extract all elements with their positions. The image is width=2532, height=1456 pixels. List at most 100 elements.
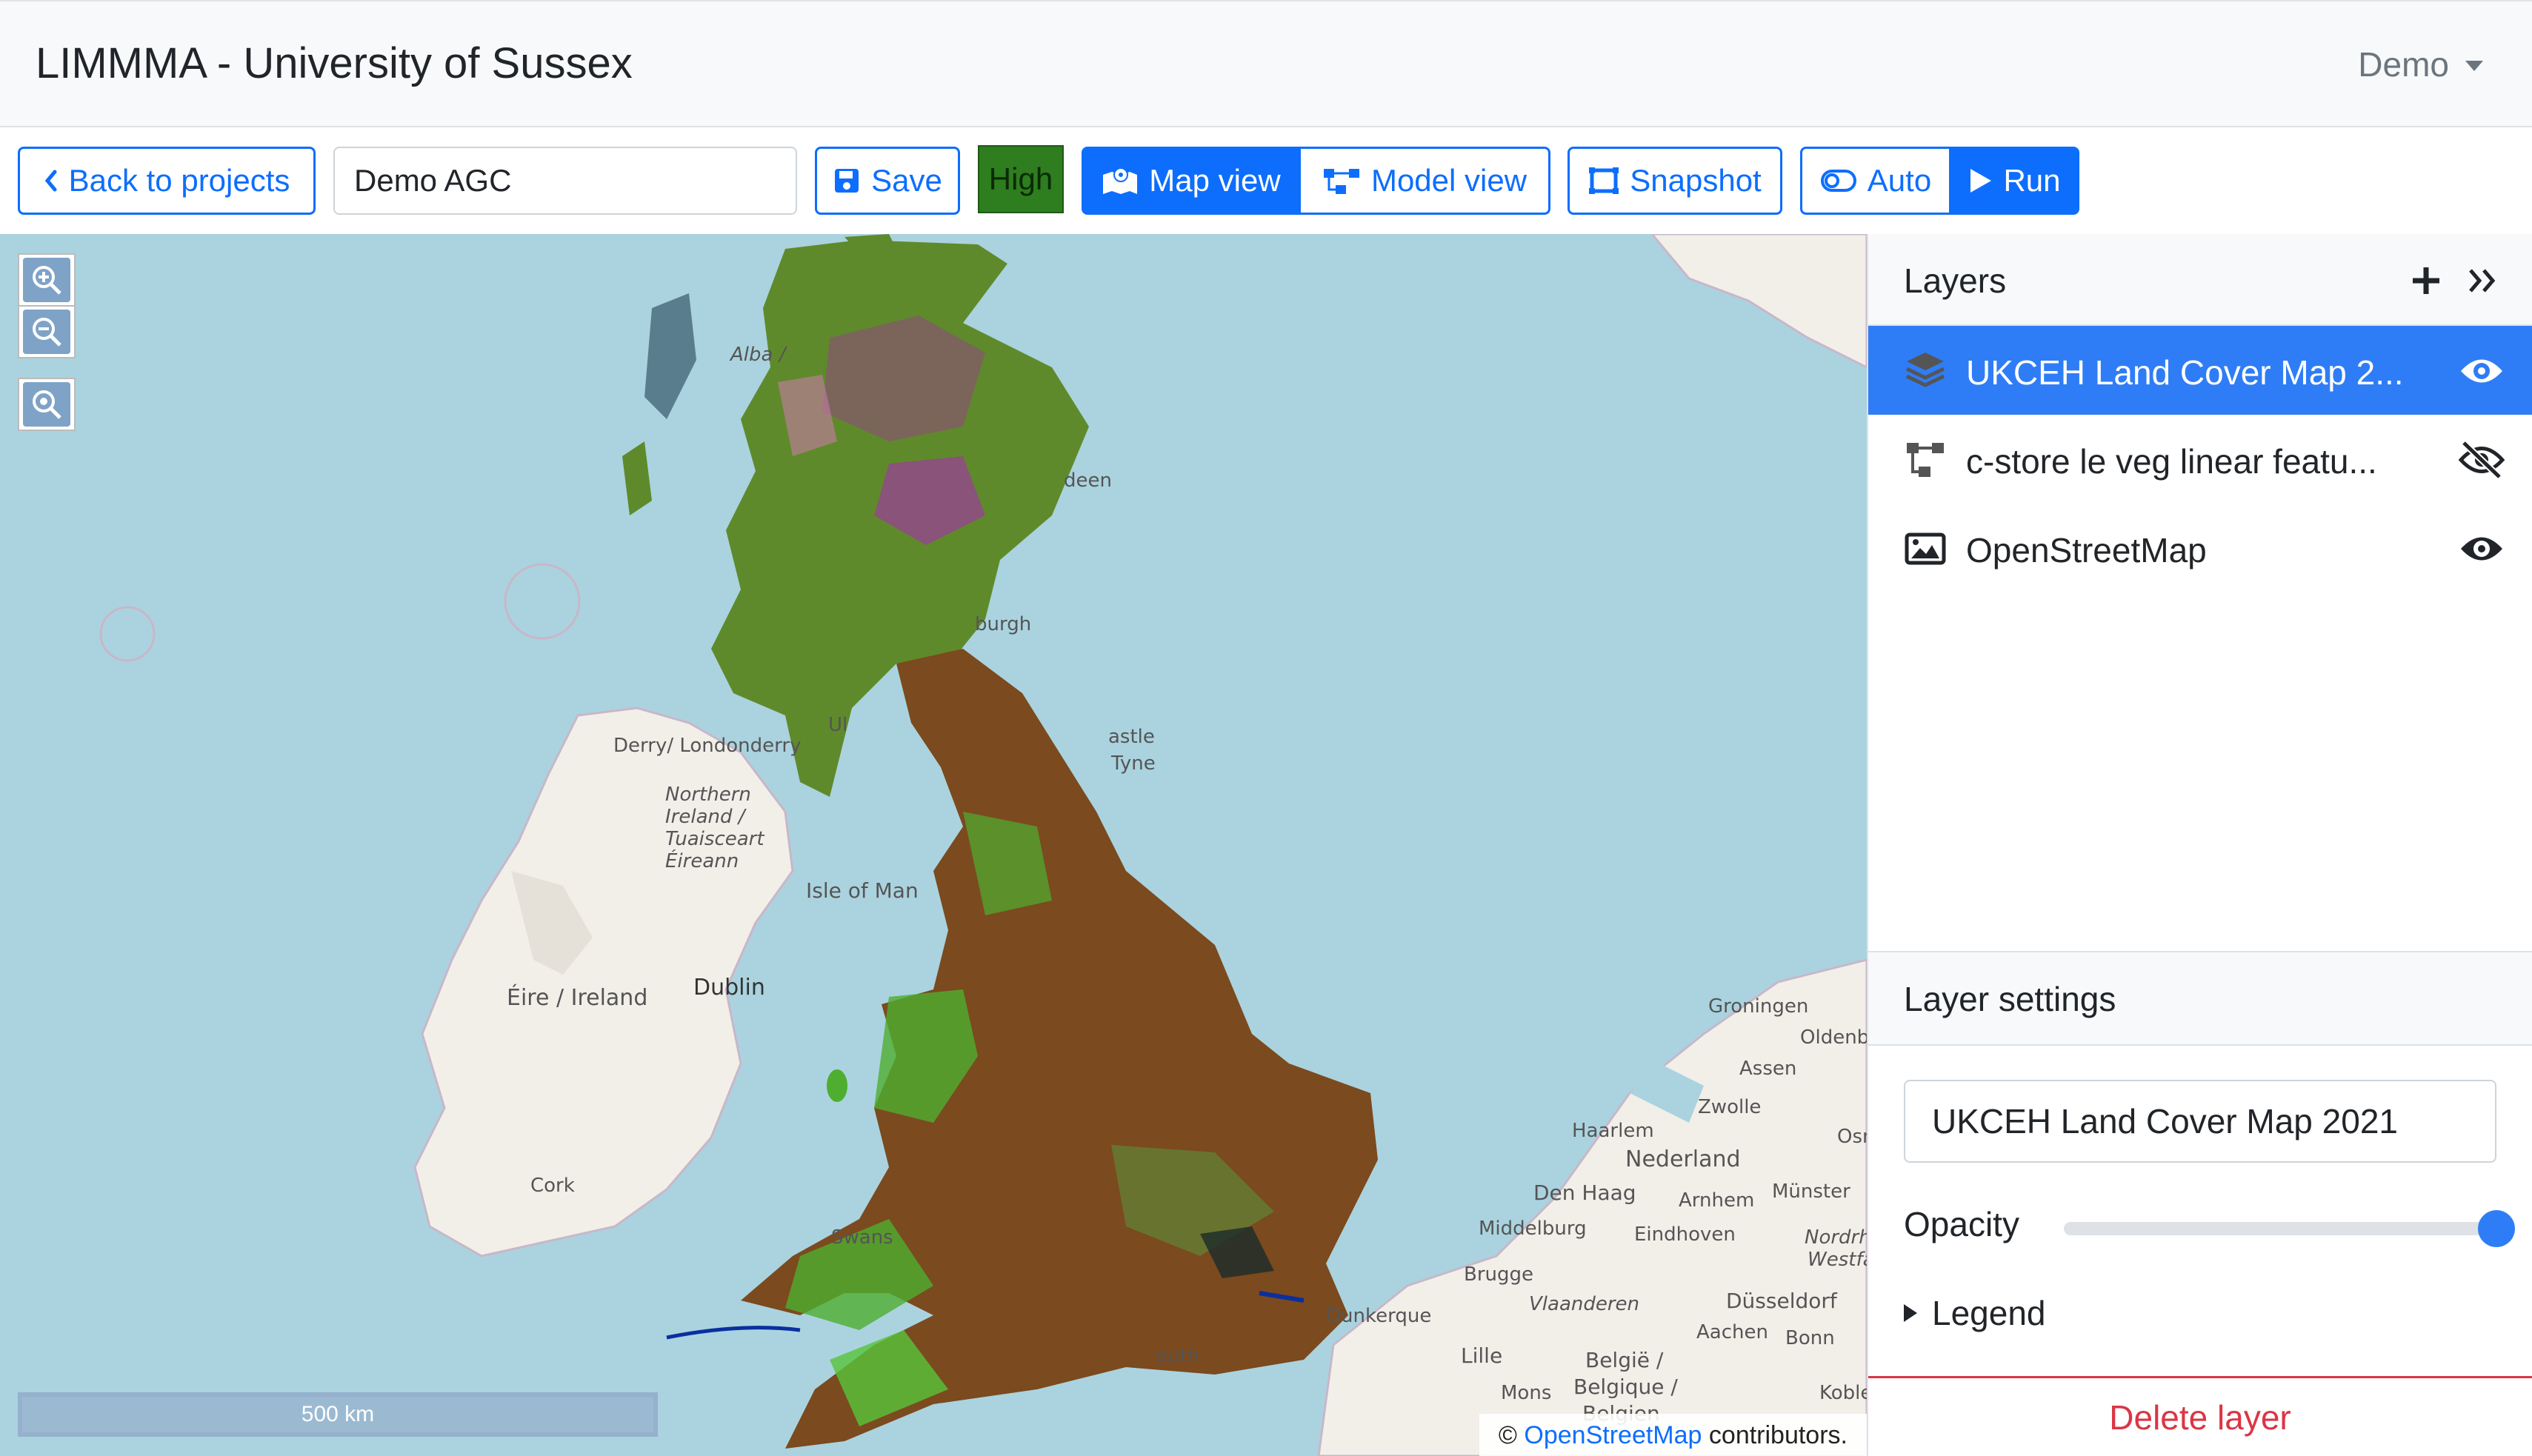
- map-label-dusseldorf: Düsseldorf: [1726, 1289, 1837, 1313]
- legend-toggle[interactable]: Legend: [1904, 1293, 2046, 1333]
- layer-row-openstreetmap[interactable]: OpenStreetMap: [1868, 504, 2532, 592]
- add-layer-button[interactable]: [2406, 261, 2446, 301]
- eye-slash-icon[interactable]: [2458, 440, 2505, 480]
- layers-header: Layers: [1868, 234, 2532, 326]
- layers-side-panel: Layers UKCEH Land Cover Map 2... c-store…: [1867, 234, 2532, 1456]
- zoom-in-button[interactable]: [18, 253, 76, 307]
- auto-toggle-button[interactable]: Auto: [1800, 147, 1951, 215]
- map-label-arnhem: Arnhem: [1679, 1189, 1755, 1212]
- run-label: Run: [2003, 163, 2061, 198]
- app-title: LIMMMA - University of Sussex: [36, 39, 633, 87]
- layer-name: c-store le veg linear featu...: [1966, 442, 2377, 481]
- crop-frame-icon: [1589, 167, 1619, 194]
- zoom-out-button[interactable]: [18, 305, 76, 358]
- openstreetmap-link[interactable]: OpenStreetMap: [1524, 1421, 1702, 1449]
- model-view-label: Model view: [1370, 163, 1527, 198]
- map-label-westfal: Westfal: [1808, 1249, 1867, 1271]
- eye-icon[interactable]: [2458, 529, 2505, 569]
- snapshot-label: Snapshot: [1630, 163, 1762, 198]
- map-label-vlaanderen: Vlaanderen: [1529, 1293, 1640, 1315]
- legend-label: Legend: [1932, 1294, 2046, 1332]
- layers-stack-icon: [1905, 353, 1945, 387]
- chevron-down-icon: [2465, 61, 2483, 71]
- map-view-button[interactable]: Map view: [1082, 147, 1301, 215]
- map-label-mons: Mons: [1501, 1382, 1552, 1404]
- opacity-label: Opacity: [1904, 1205, 2019, 1243]
- plus-icon: [2413, 267, 2439, 294]
- map-label-eire: Éire / Ireland: [507, 985, 648, 1011]
- eye-icon[interactable]: [2458, 351, 2505, 391]
- map-label-isle-of-man: Isle of Man: [806, 878, 919, 903]
- map-label-lille: Lille: [1461, 1343, 1503, 1368]
- map-attribution: © OpenStreetMap contributors.: [1479, 1414, 1867, 1456]
- map-label-den-haag: Den Haag: [1533, 1181, 1636, 1205]
- opacity-slider-track[interactable]: [2064, 1222, 2496, 1235]
- zoom-in-icon: [23, 258, 70, 302]
- map-label-dublin: Dublin: [693, 975, 765, 1001]
- zoom-to-extent-button[interactable]: [18, 378, 76, 431]
- model-view-button[interactable]: Model view: [1299, 147, 1550, 215]
- back-to-projects-button[interactable]: Back to projects: [18, 147, 316, 215]
- map-label-cork: Cork: [530, 1175, 575, 1197]
- map-label-groningen: Groningen: [1708, 995, 1809, 1018]
- map-view-label: Map view: [1149, 163, 1281, 198]
- map-label-osn: Osn: [1837, 1126, 1867, 1148]
- map-label-bonn: Bonn: [1785, 1327, 1835, 1349]
- map-label-munster: Münster: [1772, 1181, 1850, 1203]
- attribution-copyright: ©: [1498, 1421, 1517, 1449]
- chevron-left-icon: [44, 170, 57, 192]
- map-label-ul: Ul: [828, 714, 848, 736]
- project-toolbar: Back to projects Save High Map view Mode…: [0, 127, 2532, 234]
- map-label-belgie: België /: [1585, 1348, 1664, 1372]
- layer-settings-header: Layer settings: [1868, 951, 2532, 1046]
- layers-title: Layers: [1904, 261, 2007, 300]
- map-label-assen: Assen: [1739, 1058, 1797, 1080]
- map-label-nordrhe: Nordrhe: [1805, 1226, 1867, 1249]
- quality-badge[interactable]: High: [978, 145, 1064, 213]
- save-button[interactable]: Save: [815, 147, 960, 215]
- delete-layer-button[interactable]: Delete layer: [1868, 1397, 2532, 1437]
- disclosure-triangle-icon: [1904, 1304, 1917, 1322]
- map-label-middelburg: Middelburg: [1479, 1218, 1587, 1240]
- top-navbar: LIMMMA - University of Sussex Demo: [0, 0, 2532, 127]
- auto-label: Auto: [1867, 163, 1932, 198]
- map-canvas[interactable]: Derry/ Londonderry Northern Ireland / Tu…: [0, 234, 1867, 1456]
- map-label-astle: astle: [1108, 726, 1155, 748]
- user-menu-label: Demo: [2358, 45, 2449, 84]
- map-label-burgh: burgh: [975, 613, 1032, 635]
- collapse-panel-button[interactable]: [2462, 261, 2502, 301]
- map-label-oldenbu: Oldenbu: [1800, 1026, 1867, 1049]
- play-icon: [1970, 169, 1992, 193]
- delete-layer-area: Delete layer: [1868, 1376, 2532, 1456]
- layer-settings-title: Layer settings: [1904, 980, 2116, 1018]
- layer-row-ukceh[interactable]: UKCEH Land Cover Map 2...: [1868, 326, 2532, 415]
- toggle-icon: [1820, 170, 1856, 192]
- layer-name-input[interactable]: [1904, 1080, 2496, 1163]
- map-marker-icon: [1103, 167, 1138, 194]
- zoom-out-icon: [23, 310, 70, 354]
- hebrides: [644, 293, 696, 419]
- layer-row-c-store[interactable]: c-store le veg linear featu...: [1868, 415, 2532, 504]
- opacity-slider-thumb[interactable]: [2478, 1210, 2515, 1247]
- project-name-input[interactable]: [333, 147, 797, 215]
- map-label-belgique: Belgique /: [1573, 1375, 1678, 1399]
- norway-landmass: [1650, 234, 1867, 369]
- map-label-alba: Alba /: [730, 344, 786, 366]
- layer-name: UKCEH Land Cover Map 2...: [1966, 353, 2404, 392]
- snapshot-button[interactable]: Snapshot: [1567, 147, 1782, 215]
- map-label-derry: Derry/ Londonderry: [613, 735, 802, 757]
- model-graph-icon: [1907, 443, 1944, 477]
- map-label-aachen: Aachen: [1696, 1321, 1768, 1343]
- map-label-dunkerque: Dunkerque: [1326, 1305, 1432, 1327]
- map-label-deen: deen: [1064, 470, 1112, 492]
- floppy-disk-icon: [835, 169, 859, 193]
- run-button[interactable]: Run: [1949, 147, 2079, 215]
- map-label-outh: outh: [1156, 1345, 1200, 1367]
- map-label-haarlem: Haarlem: [1572, 1120, 1654, 1142]
- image-tile-icon: [1905, 532, 1946, 565]
- map-label-tyne: Tyne: [1111, 752, 1156, 775]
- map-label-swans: Swans: [831, 1226, 893, 1249]
- user-menu-dropdown[interactable]: Demo: [2358, 44, 2483, 84]
- save-label: Save: [871, 163, 942, 198]
- isle-of-man: [827, 1069, 847, 1102]
